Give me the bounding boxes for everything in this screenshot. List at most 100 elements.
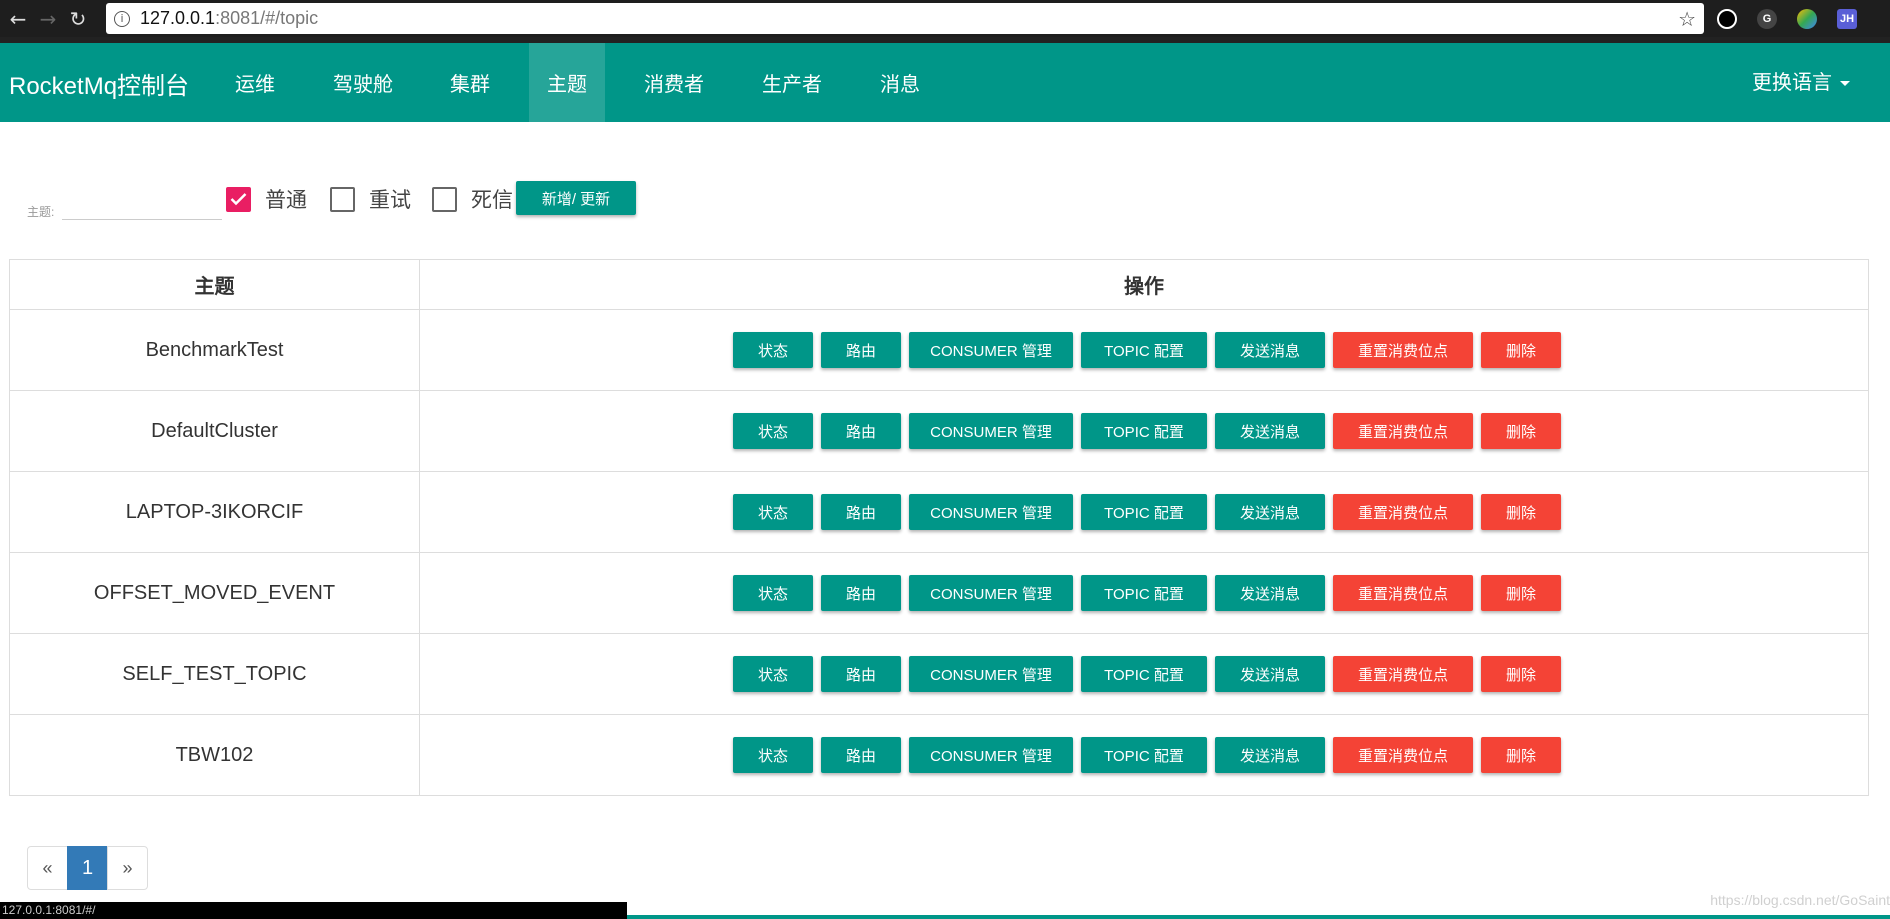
reset-offset-button[interactable]: 重置消费位点: [1333, 656, 1473, 692]
topic-config-button[interactable]: TOPIC 配置: [1081, 413, 1207, 449]
status-button[interactable]: 状态: [733, 413, 813, 449]
language-dropdown[interactable]: 更换语言: [1752, 66, 1850, 95]
language-label: 更换语言: [1752, 72, 1832, 94]
send-message-button[interactable]: 发送消息: [1215, 332, 1325, 368]
checkbox-checked-icon[interactable]: [226, 186, 251, 212]
topic-config-button[interactable]: TOPIC 配置: [1081, 575, 1207, 611]
reset-offset-button[interactable]: 重置消费位点: [1333, 332, 1473, 368]
bottom-border: [627, 915, 1890, 919]
nav-item-producer[interactable]: 生产者: [756, 43, 828, 122]
extension-icon[interactable]: [1717, 9, 1737, 29]
address-bar[interactable]: i 127.0.0.1:8081/#/topic ☆: [106, 3, 1704, 34]
nav-item-topic[interactable]: 主题: [529, 43, 605, 122]
reset-offset-button[interactable]: 重置消费位点: [1333, 494, 1473, 530]
checkbox-unchecked-icon[interactable]: [330, 186, 355, 212]
status-button[interactable]: 状态: [733, 494, 813, 530]
jh-extension-icon[interactable]: JH: [1837, 9, 1857, 29]
grammarly-extension-icon[interactable]: G: [1757, 9, 1777, 29]
status-button[interactable]: 状态: [733, 575, 813, 611]
back-icon[interactable]: ←: [6, 7, 30, 31]
checkbox-retry-label: 重试: [369, 189, 411, 212]
route-button[interactable]: 路由: [821, 737, 901, 773]
route-button[interactable]: 路由: [821, 575, 901, 611]
send-message-button[interactable]: 发送消息: [1215, 737, 1325, 773]
topic-actions: 状态 路由 CONSUMER 管理 TOPIC 配置 发送消息 重置消费位点 删除: [419, 390, 1869, 472]
route-button[interactable]: 路由: [821, 656, 901, 692]
checkbox-unchecked-icon[interactable]: [432, 186, 457, 212]
topic-name: TBW102: [9, 714, 420, 796]
topic-name: BenchmarkTest: [9, 309, 420, 391]
status-button[interactable]: 状态: [733, 656, 813, 692]
topic-name: LAPTOP-3IKORCIF: [9, 471, 420, 553]
delete-button[interactable]: 删除: [1481, 656, 1561, 692]
caret-down-icon: [1840, 81, 1850, 87]
topic-actions: 状态 路由 CONSUMER 管理 TOPIC 配置 发送消息 重置消费位点 删除: [419, 471, 1869, 553]
delete-button[interactable]: 删除: [1481, 575, 1561, 611]
topic-actions: 状态 路由 CONSUMER 管理 TOPIC 配置 发送消息 重置消费位点 删除: [419, 714, 1869, 796]
reset-offset-button[interactable]: 重置消费位点: [1333, 737, 1473, 773]
delete-button[interactable]: 删除: [1481, 737, 1561, 773]
nav-item-message[interactable]: 消息: [870, 43, 930, 122]
route-button[interactable]: 路由: [821, 494, 901, 530]
route-button[interactable]: 路由: [821, 332, 901, 368]
delete-button[interactable]: 删除: [1481, 413, 1561, 449]
nav-item-consumer[interactable]: 消费者: [636, 43, 712, 122]
chrome-extension-icon[interactable]: [1797, 9, 1817, 29]
nav-item-ops[interactable]: 运维: [225, 43, 285, 122]
topic-config-button[interactable]: TOPIC 配置: [1081, 494, 1207, 530]
topic-actions: 状态 路由 CONSUMER 管理 TOPIC 配置 发送消息 重置消费位点 删除: [419, 309, 1869, 391]
table-row: OFFSET_MOVED_EVENT 状态 路由 CONSUMER 管理 TOPIC 配…: [9, 552, 1869, 634]
reset-offset-button[interactable]: 重置消费位点: [1333, 413, 1473, 449]
topic-filter-label: 主题:: [27, 205, 55, 219]
checkbox-dead-letter-label: 死信: [471, 189, 513, 212]
send-message-button[interactable]: 发送消息: [1215, 656, 1325, 692]
reload-icon[interactable]: ↻: [66, 7, 90, 31]
url-path: :8081/#/topic: [215, 8, 319, 28]
reset-offset-button[interactable]: 重置消费位点: [1333, 575, 1473, 611]
table-row: TBW102 状态 路由 CONSUMER 管理 TOPIC 配置 发送消息 重置消费位点删…: [9, 714, 1869, 796]
app-brand[interactable]: RocketMq控制台: [9, 66, 189, 101]
route-button[interactable]: 路由: [821, 413, 901, 449]
nav-item-dashboard[interactable]: 驾驶舱: [326, 43, 400, 122]
prev-page-button[interactable]: «: [27, 846, 68, 890]
forward-icon[interactable]: →: [36, 7, 60, 31]
info-icon[interactable]: i: [114, 10, 130, 27]
table-row: BenchmarkTest 状态 路由 CONSUMER 管理 TOPIC 配置 发送消息…: [9, 309, 1869, 391]
topic-filter-input[interactable]: [62, 192, 222, 220]
delete-button[interactable]: 删除: [1481, 332, 1561, 368]
browser-status-bar: 127.0.0.1:8081/#/: [0, 902, 627, 919]
status-button[interactable]: 状态: [733, 332, 813, 368]
consumer-manage-button[interactable]: CONSUMER 管理: [909, 737, 1073, 773]
app-navbar: RocketMq控制台 运维 驾驶舱 集群 主题 消费者 生产者 消息 更换语言: [0, 43, 1890, 122]
consumer-manage-button[interactable]: CONSUMER 管理: [909, 332, 1073, 368]
table-row: DefaultCluster 状态 路由 CONSUMER 管理 TOPIC 配置 发送消…: [9, 390, 1869, 472]
delete-button[interactable]: 删除: [1481, 494, 1561, 530]
consumer-manage-button[interactable]: CONSUMER 管理: [909, 494, 1073, 530]
topic-actions: 状态 路由 CONSUMER 管理 TOPIC 配置 发送消息 重置消费位点 删除: [419, 633, 1869, 715]
add-update-button[interactable]: 新增/ 更新: [516, 181, 636, 215]
topic-config-button[interactable]: TOPIC 配置: [1081, 656, 1207, 692]
consumer-manage-button[interactable]: CONSUMER 管理: [909, 656, 1073, 692]
topic-config-button[interactable]: TOPIC 配置: [1081, 737, 1207, 773]
send-message-button[interactable]: 发送消息: [1215, 575, 1325, 611]
url-host: 127.0.0.1: [140, 8, 216, 28]
table-row: LAPTOP-3IKORCIF 状态 路由 CONSUMER 管理 TOPIC 配置 发送…: [9, 471, 1869, 553]
nav-item-cluster[interactable]: 集群: [440, 43, 500, 122]
consumer-manage-button[interactable]: CONSUMER 管理: [909, 413, 1073, 449]
next-page-button[interactable]: »: [107, 846, 148, 890]
checkbox-normal[interactable]: 普通: [226, 184, 307, 214]
consumer-manage-button[interactable]: CONSUMER 管理: [909, 575, 1073, 611]
bookmark-star-icon[interactable]: ☆: [1678, 7, 1696, 31]
checkbox-dead-letter[interactable]: 死信: [432, 184, 513, 214]
page-1-button[interactable]: 1: [67, 846, 108, 890]
send-message-button[interactable]: 发送消息: [1215, 494, 1325, 530]
topic-name: SELF_TEST_TOPIC: [9, 633, 420, 715]
topic-config-button[interactable]: TOPIC 配置: [1081, 332, 1207, 368]
topic-actions: 状态 路由 CONSUMER 管理 TOPIC 配置 发送消息 重置消费位点 删除: [419, 552, 1869, 634]
topic-table: 主题 操作 BenchmarkTest 状态 路由 CONSUMER 管理 TOPIC …: [9, 259, 1869, 796]
status-button[interactable]: 状态: [733, 737, 813, 773]
header-operation: 操作: [419, 259, 1869, 310]
topic-name: DefaultCluster: [9, 390, 420, 472]
checkbox-retry[interactable]: 重试: [330, 184, 411, 214]
send-message-button[interactable]: 发送消息: [1215, 413, 1325, 449]
